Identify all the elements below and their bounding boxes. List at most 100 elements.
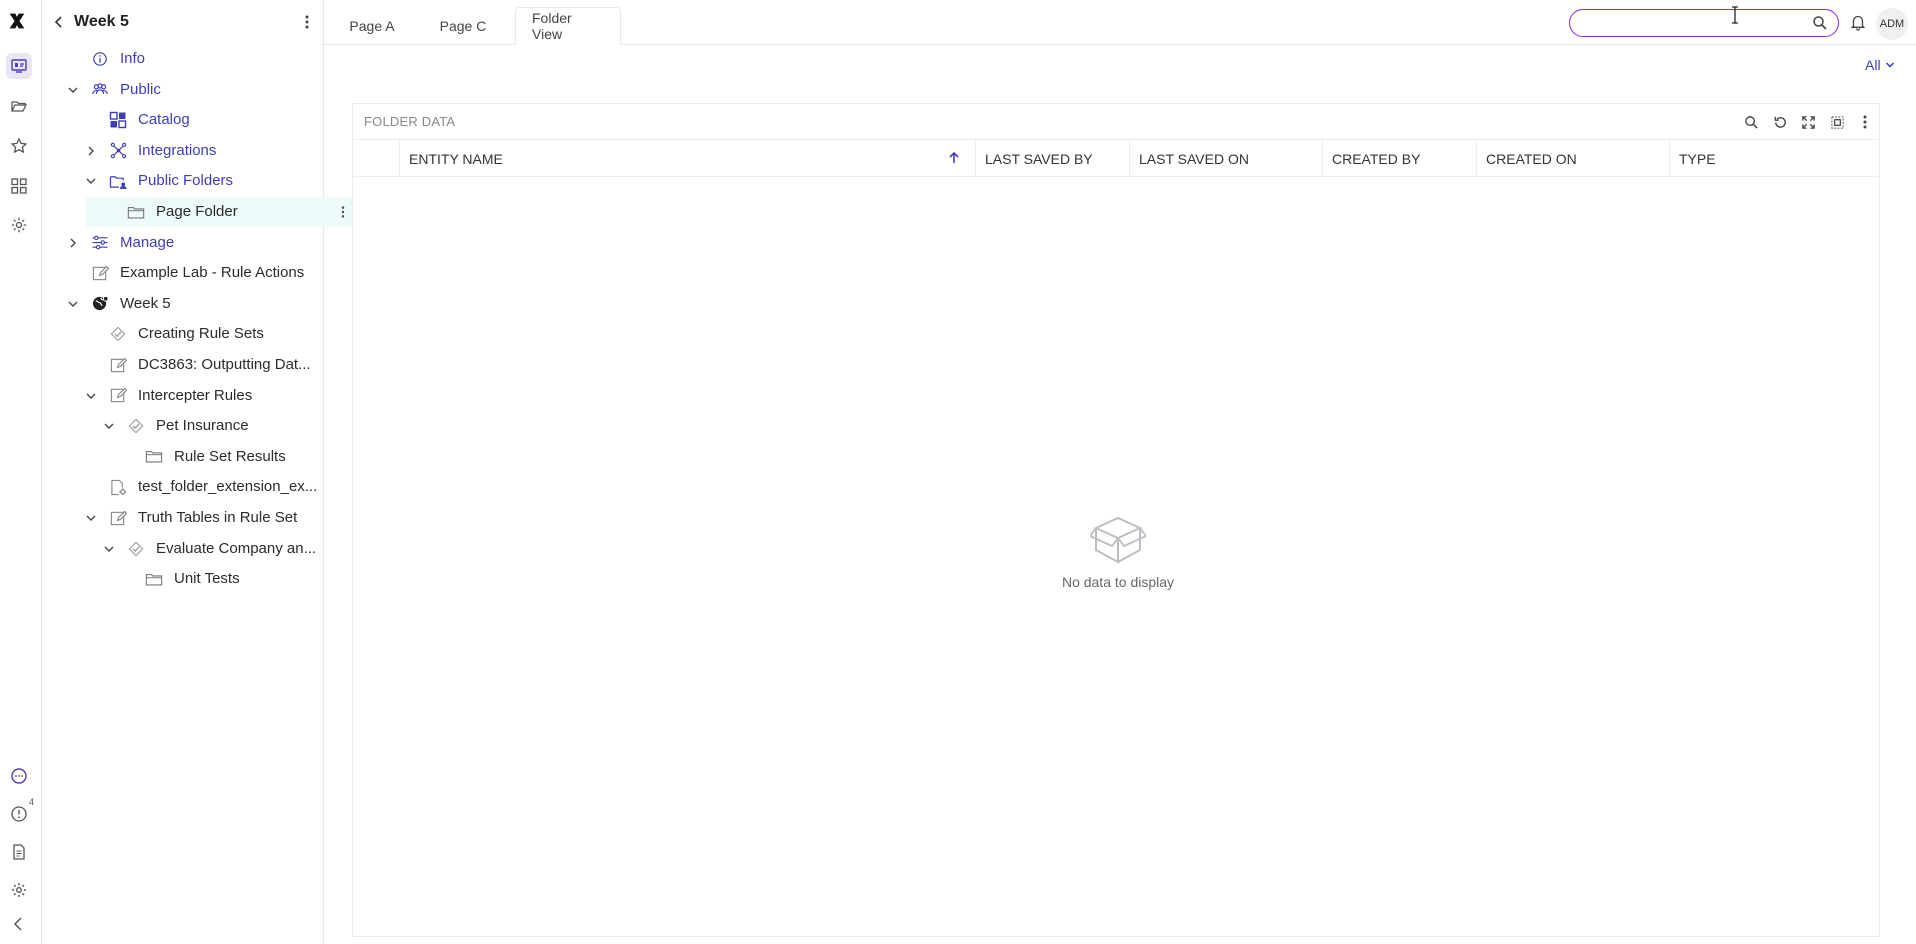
panel-search-icon[interactable] [1742, 113, 1760, 131]
empty-box-icon [1090, 516, 1146, 564]
tree-item-example-lab-rule-actions[interactable]: Example Lab - Rule Actions [42, 258, 324, 288]
ruleset-icon [126, 416, 146, 436]
sidebar-header: Week 5 [42, 0, 323, 44]
tree-item-public[interactable]: Public [42, 75, 324, 105]
tree-item-label: Example Lab - Rule Actions [120, 264, 305, 282]
column-last-saved-on[interactable]: LAST SAVED ON [1129, 140, 1322, 177]
users-icon [90, 80, 110, 100]
public-folders-icon [108, 171, 128, 191]
app-logo-icon[interactable] [8, 12, 30, 34]
tree-item-label: test_folder_extension_ex... [138, 478, 318, 496]
notifications-history-icon[interactable]: 4 [6, 797, 34, 827]
tab-page-c[interactable]: Page C [420, 7, 506, 45]
catalog-icon [108, 110, 128, 130]
settings-gear-icon[interactable] [6, 212, 32, 238]
text-cursor-icon [1732, 6, 1738, 24]
tree-item-label: Public Folders [138, 172, 234, 190]
tab-label: Folder View [532, 10, 572, 42]
tree-item-rule-set-results[interactable]: Rule Set Results [42, 442, 324, 472]
column-entity-name[interactable]: ENTITY NAME [399, 140, 975, 177]
more-vertical-icon[interactable] [300, 13, 314, 31]
tree-item-label: Intercepter Rules [138, 386, 253, 404]
star-icon[interactable] [6, 133, 32, 159]
tree-item-label: Week 5 [120, 294, 171, 312]
empty-state-text: No data to display [1061, 574, 1175, 590]
chevron-down-icon[interactable] [102, 542, 116, 556]
tree-item-label: Truth Tables in Rule Set [138, 509, 298, 526]
tree-item-catalog[interactable]: Catalog [42, 105, 324, 135]
tree-item-evaluate-company-an[interactable]: Evaluate Company an... [42, 534, 324, 564]
chat-icon[interactable] [6, 763, 32, 789]
tab-label: Page C [439, 18, 487, 34]
chevron-down-icon[interactable] [84, 511, 98, 525]
ruleset-icon [108, 324, 128, 344]
tree-item-unit-tests[interactable]: Unit Tests [42, 564, 324, 594]
tree-item-dc3863-outputting-dat[interactable]: DC3863: Outputting Dat... [42, 350, 324, 380]
collapse-rail-icon[interactable] [6, 911, 32, 937]
tree-item-truth-tables-in-rule-set[interactable]: Truth Tables in Rule Set [42, 503, 324, 533]
chevron-right-icon[interactable] [84, 144, 98, 158]
tree-item-info[interactable]: Info [42, 44, 324, 74]
tree-item-page-folder[interactable]: Page Folder [86, 197, 356, 227]
filter-dropdown[interactable]: All [1865, 57, 1895, 73]
filter-label: All [1865, 57, 1881, 73]
sliders-icon [90, 233, 110, 253]
dashboard-icon[interactable] [6, 53, 32, 79]
chevron-down-icon[interactable] [66, 297, 80, 311]
select-column[interactable] [353, 140, 399, 177]
search-icon[interactable] [1812, 15, 1828, 31]
integrations-icon [108, 141, 128, 161]
chevron-down-icon[interactable] [84, 174, 98, 188]
empty-state: No data to display [1053, 514, 1183, 590]
column-last-saved-by[interactable]: LAST SAVED BY [975, 140, 1129, 177]
column-chooser-icon[interactable] [1828, 113, 1846, 131]
grid-header-row: ENTITY NAME LAST SAVED BY LAST SAVED ON … [353, 140, 1879, 177]
tree-item-label: Catalog [138, 111, 190, 129]
column-created-by[interactable]: CREATED BY [1322, 140, 1476, 177]
folder-icon [126, 202, 146, 222]
global-search[interactable] [1569, 9, 1839, 37]
column-label: CREATED ON [1486, 150, 1577, 167]
tree-item-week-5[interactable]: Week 5 [42, 289, 324, 319]
edit-icon [108, 508, 128, 528]
panel-more-vertical-icon[interactable] [1856, 113, 1874, 131]
column-label: LAST SAVED BY [985, 150, 1093, 167]
tree-item-public-folders[interactable]: Public Folders [42, 166, 324, 196]
tree-item-integrations[interactable]: Integrations [42, 136, 324, 166]
tree-item-test-folder-extension-ex[interactable]: test_folder_extension_ex... [42, 472, 324, 502]
column-created-on[interactable]: CREATED ON [1476, 140, 1669, 177]
chevron-right-icon[interactable] [66, 236, 80, 250]
chevron-down-icon[interactable] [84, 389, 98, 403]
tab-label: Page A [349, 18, 395, 34]
app-rail: 4 [0, 0, 42, 944]
tree-item-manage[interactable]: Manage [42, 228, 324, 258]
apps-grid-icon[interactable] [6, 173, 32, 199]
tree-item-label: Evaluate Company an... [156, 539, 317, 557]
bell-icon[interactable] [1849, 13, 1867, 31]
admin-gear-icon[interactable] [6, 877, 32, 903]
tree-item-label: Pet Insurance [156, 417, 249, 435]
tree-item-intercepter-rules[interactable]: Intercepter Rules [42, 381, 324, 411]
column-type[interactable]: TYPE [1669, 140, 1879, 177]
row-more-vertical-icon[interactable] [338, 204, 348, 220]
tree-item-label: Creating Rule Sets [138, 325, 264, 343]
user-avatar[interactable]: ADM [1876, 8, 1908, 40]
tree-item-label: Rule Set Results [174, 447, 286, 465]
sort-ascending-icon[interactable] [947, 151, 961, 165]
folder-icon [144, 447, 164, 467]
folder-icon [144, 569, 164, 589]
folder-open-icon[interactable] [6, 93, 32, 119]
ruleset-icon [126, 539, 146, 559]
document-icon[interactable] [6, 839, 32, 865]
chevron-down-icon[interactable] [66, 83, 80, 97]
refresh-icon[interactable] [1771, 113, 1789, 131]
tab-folder-view[interactable]: Folder View [515, 7, 621, 45]
search-input[interactable] [1582, 14, 1802, 32]
expand-icon[interactable] [1799, 113, 1817, 131]
chevron-down-icon[interactable] [102, 419, 116, 433]
tree-item-creating-rule-sets[interactable]: Creating Rule Sets [42, 319, 324, 349]
tree-item-pet-insurance[interactable]: Pet Insurance [42, 411, 324, 441]
tab-page-a[interactable]: Page A [324, 7, 420, 45]
tree-item-label: Page Folder [156, 203, 238, 220]
back-chevron-icon[interactable] [50, 13, 68, 31]
